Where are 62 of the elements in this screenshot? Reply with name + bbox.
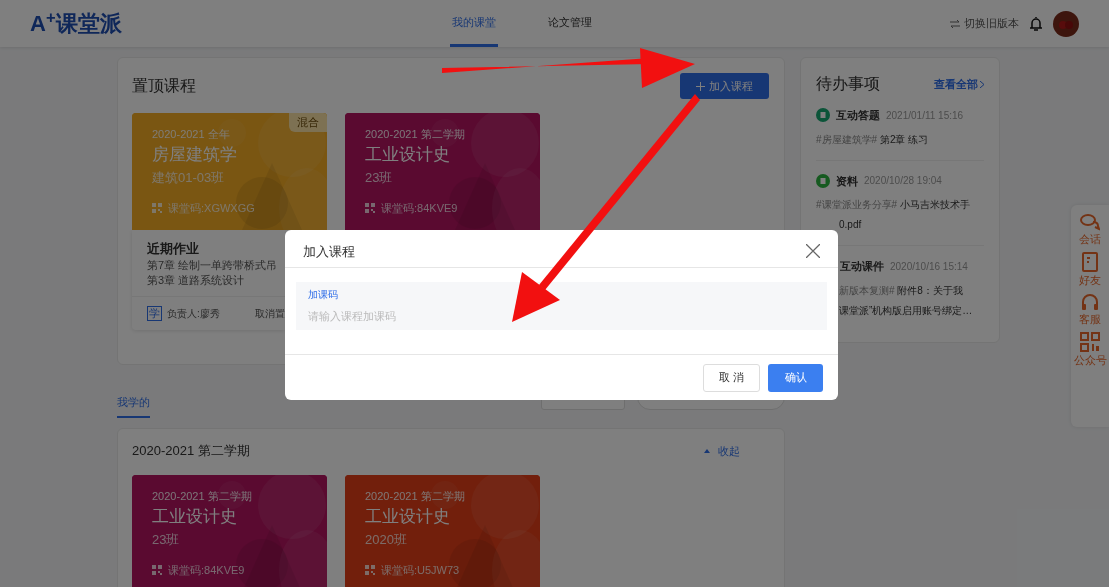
- plus-icon: [696, 81, 705, 91]
- course-class: 23班: [365, 169, 394, 187]
- qr-icon: [152, 203, 162, 214]
- course-class: 2020班: [365, 530, 408, 549]
- nav-tab[interactable]: 我的课堂: [450, 0, 498, 47]
- rail-button[interactable]: 会话: [1079, 213, 1101, 246]
- confirm-button[interactable]: 确认: [768, 363, 823, 392]
- course-name: 工业设计史: [365, 144, 451, 166]
- todo-text[interactable]: 0.pdf: [816, 215, 984, 235]
- rail-button[interactable]: 好友: [1079, 252, 1101, 287]
- bell-icon[interactable]: [1029, 15, 1043, 32]
- owner-text: 负责人:廖秀: [167, 307, 220, 321]
- app-logo[interactable]: A$^{+}$课堂派: [30, 7, 450, 40]
- rail-button[interactable]: 客服: [1079, 293, 1101, 326]
- learning-tab[interactable]: 我学的: [117, 393, 150, 418]
- switch-version-button[interactable]: 切换旧版本: [950, 15, 1019, 32]
- qr-icon: [152, 564, 162, 575]
- qr-icon: [365, 203, 375, 214]
- close-icon[interactable]: [806, 243, 820, 258]
- nav-tab[interactable]: 论文管理: [546, 0, 594, 47]
- course-code: 课堂码:84KVE9: [381, 201, 458, 216]
- course-name: 工业设计史: [365, 505, 451, 528]
- course-class: 23班: [152, 530, 181, 549]
- avatar[interactable]: [1053, 10, 1079, 37]
- mode-badge: 混合: [289, 113, 327, 132]
- headset-icon: [1081, 293, 1099, 311]
- caret-up-icon: [704, 448, 710, 453]
- book-icon: [1082, 252, 1098, 272]
- swap-icon: [950, 19, 960, 28]
- course-term: 2020-2021 第二学期: [365, 488, 466, 503]
- todo-title: 待办事项: [816, 74, 880, 94]
- todo-type[interactable]: 互动课件: [840, 258, 884, 275]
- course-name: 房屋建筑学: [152, 144, 238, 166]
- cancel-button[interactable]: 取 消: [703, 363, 760, 392]
- semester-title: 2020-2021 第二学期: [132, 442, 250, 460]
- unpin-link[interactable]: 取消置: [255, 306, 285, 321]
- course-term: 2020-2021 第二学期: [152, 488, 253, 503]
- homework-line[interactable]: 第3章 道路系统设计: [147, 273, 245, 288]
- chevron-right-icon: [980, 80, 984, 88]
- document-icon: [816, 108, 830, 123]
- todo-type[interactable]: 互动答题: [836, 107, 880, 124]
- course-class: 建筑01-03班: [152, 169, 226, 187]
- field-label: 加课码: [308, 288, 339, 302]
- view-all-link[interactable]: 查看全部: [934, 75, 984, 93]
- course-code: 课堂码:XGWXGG: [168, 201, 255, 216]
- course-term: 2020-2021 全年: [152, 127, 231, 141]
- course-code: 课堂码:84KVE9: [168, 562, 245, 578]
- course-code: 课堂码:U5JW73: [381, 562, 460, 578]
- join-course-button[interactable]: 加入课程: [680, 73, 769, 99]
- dialog-title: 加入课程: [303, 242, 355, 261]
- homework-title: 近期作业: [147, 240, 199, 258]
- collapse-button[interactable]: 收起: [704, 442, 740, 459]
- course-term: 2020-2021 第二学期: [365, 127, 466, 141]
- course-name: 工业设计史: [152, 505, 238, 528]
- role-tag: 学: [147, 306, 162, 321]
- section-title: 置顶课程: [132, 76, 196, 96]
- document-icon: [816, 173, 830, 188]
- rail-button[interactable]: 公众号: [1073, 332, 1107, 367]
- chat-icon: [1080, 213, 1100, 231]
- todo-type[interactable]: 资料: [836, 172, 858, 189]
- qr-icon: [365, 564, 375, 575]
- qr-code-icon: [1080, 332, 1100, 352]
